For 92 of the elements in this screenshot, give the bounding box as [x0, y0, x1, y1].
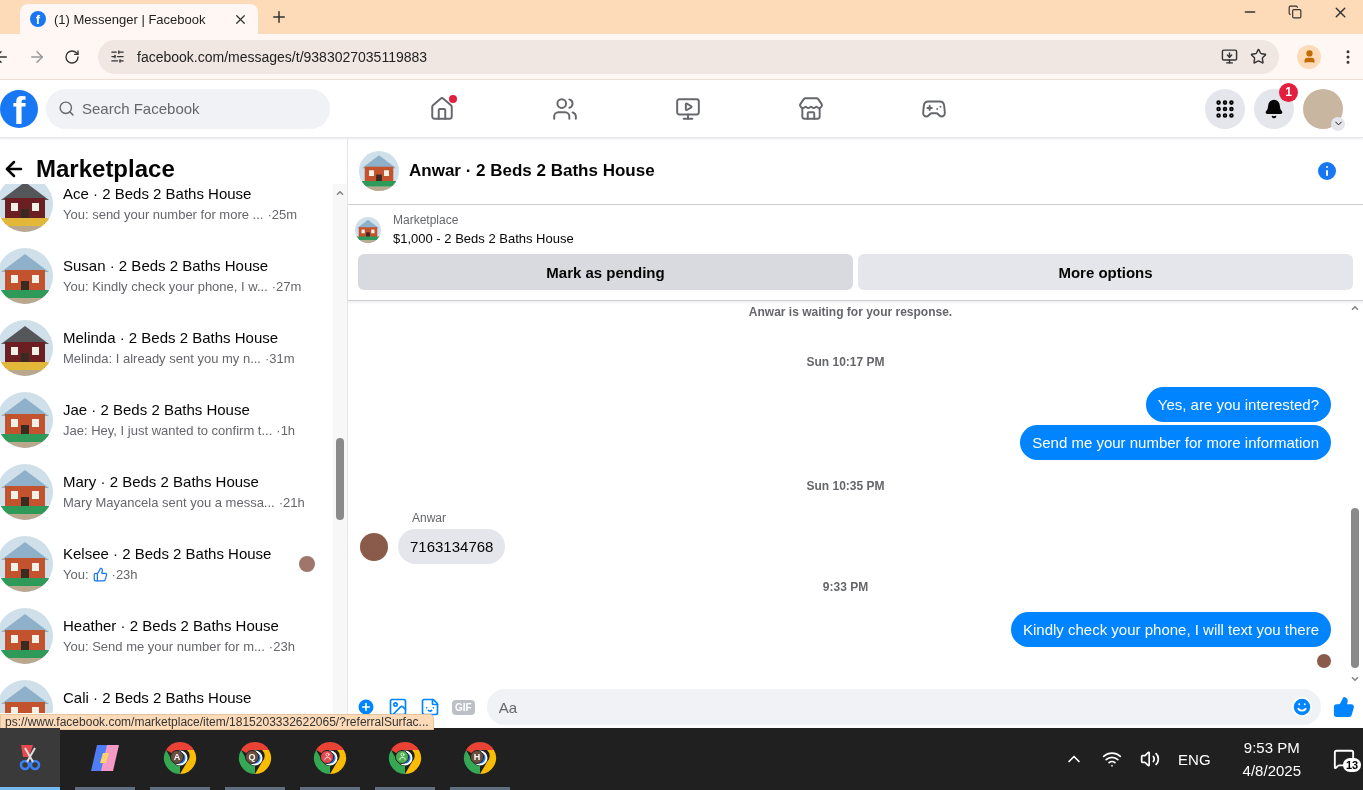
sidebar-title: Marketplace: [36, 155, 175, 183]
conversation-name: Ace · 2 Beds 2 Baths House: [63, 185, 253, 202]
search-field[interactable]: Search Facebook: [46, 88, 330, 129]
taskbar-app[interactable]: H: [450, 728, 510, 790]
menu-button[interactable]: [1205, 88, 1245, 129]
notification-count: 1: [1279, 82, 1298, 102]
message-time: ·31m: [265, 351, 295, 366]
bell-icon: [1264, 98, 1284, 119]
search-icon: [58, 99, 75, 117]
conversation-name: Kelsee · 2 Beds 2 Baths House: [63, 545, 273, 562]
waiting-notice: Anwar is waiting for your response.: [748, 305, 953, 319]
message-time: ·1h: [276, 423, 296, 438]
thumbs-up-icon: [92, 567, 108, 582]
message-preview: Jae: Hey, I just wanted to confirm t...: [63, 423, 273, 438]
notification-dot: [449, 94, 457, 103]
taskbar-app[interactable]: Q: [225, 728, 285, 790]
conversation-name: Heather · 2 Beds 2 Baths House: [63, 617, 280, 634]
received-message: 7163134768: [398, 529, 506, 564]
conversation-name: Jae · 2 Beds 2 Baths House: [63, 401, 251, 418]
link-preview-url: ps://www.facebook.com/marketplace/item/1815203332622065/?referralSurfac...: [0, 714, 434, 730]
browser-icon: [238, 740, 272, 775]
message-preview: You: Send me your number for m...: [63, 639, 265, 654]
message-field[interactable]: Aa: [486, 689, 1321, 725]
message-preview: Mary Mayancela sent you a messa...: [63, 495, 275, 510]
home-icon: [428, 95, 455, 122]
clock[interactable]: 9:53 PM 4/8/2025: [1242, 739, 1301, 779]
conversation-item[interactable]: Melinda · 2 Beds 2 Baths House Melinda: I already sent you my n... ·31m: [0, 312, 333, 384]
scrollbar-thumb[interactable]: [336, 438, 344, 520]
scroll-down-icon[interactable]: [1350, 674, 1360, 684]
friends-icon: [551, 95, 578, 122]
taskbar-app[interactable]: [0, 728, 60, 790]
conversation-item[interactable]: Jae · 2 Beds 2 Baths House Jae: Hey, I just wanted to confirm t... ·1h: [0, 384, 333, 456]
conversation-name: Cali · 2 Beds 2 Baths House: [63, 689, 253, 706]
conversation-name: Susan · 2 Beds 2 Baths House: [63, 257, 270, 274]
favicon: f: [30, 11, 46, 27]
scrollbar-thumb[interactable]: [1351, 508, 1359, 668]
message-time: ·27m: [271, 279, 302, 294]
seen-avatar: [299, 556, 315, 572]
emoji-icon[interactable]: [1291, 696, 1313, 718]
restore-icon[interactable]: [1288, 3, 1302, 21]
conversation-item[interactable]: Kelsee · 2 Beds 2 Baths House You: ·23h: [0, 528, 333, 600]
listing-title[interactable]: $1,000 - 2 Beds 2 Baths House: [393, 231, 574, 246]
sender-avatar: [360, 532, 388, 561]
listing-label: Marketplace: [393, 213, 460, 227]
video-icon: [674, 95, 701, 122]
timestamp: Sun 10:35 PM: [806, 479, 885, 493]
site-settings-icon[interactable]: [110, 49, 125, 64]
sent-message: Yes, are you interested?: [1145, 387, 1331, 422]
conversation-item[interactable]: Mary · 2 Beds 2 Baths House Mary Mayancela sent you a messa... ·21h: [0, 456, 333, 528]
install-icon[interactable]: [1221, 48, 1238, 65]
timestamp: 9:33 PM: [822, 580, 869, 594]
message-preview: You: send your number for more ...: [63, 207, 264, 222]
message-time: ·25m: [267, 207, 298, 222]
profile-icon[interactable]: [1297, 44, 1321, 69]
info-icon[interactable]: [1315, 159, 1339, 183]
taskbar-app[interactable]: A: [150, 728, 210, 790]
conversation-item[interactable]: Ace · 2 Beds 2 Baths House You: send your number for more ... ·25m: [0, 184, 333, 240]
sender-name: Anwar: [412, 511, 447, 525]
scroll-up-icon[interactable]: [1350, 303, 1360, 313]
new-tab-icon[interactable]: [270, 8, 288, 26]
message-preview: Melinda: I already sent you my n...: [63, 351, 261, 366]
copilot-icon: [89, 742, 121, 773]
logo[interactable]: f: [0, 89, 38, 128]
action-button[interactable]: More options: [858, 254, 1353, 290]
volume-icon[interactable]: [1140, 749, 1161, 769]
conversation-item[interactable]: Susan · 2 Beds 2 Baths House You: Kindly check your phone, I w... ·27m: [0, 240, 333, 312]
notifications-button[interactable]: [1254, 88, 1294, 129]
browser-tab[interactable]: f (1) Messenger | Facebook: [20, 4, 258, 34]
thumbs-up-icon[interactable]: [1333, 696, 1355, 718]
message-time: ·23h: [268, 639, 295, 654]
tab-title: (1) Messenger | Facebook: [54, 11, 207, 27]
conversation-name: Melinda · 2 Beds 2 Baths House: [63, 329, 280, 346]
reload-icon[interactable]: [64, 48, 80, 65]
conversation-name: Mary · 2 Beds 2 Baths House: [63, 473, 260, 490]
message-preview: You: Kindly check your phone, I w...: [63, 279, 268, 294]
timestamp: Sun 10:17 PM: [806, 355, 885, 369]
sent-message: Send me your number for more information: [1020, 425, 1331, 460]
action-button[interactable]: Mark as pending: [358, 254, 853, 290]
photo-icon[interactable]: [388, 697, 408, 717]
sent-message: Kindly check your phone, I will text you there: [1011, 612, 1331, 647]
wifi-icon[interactable]: [1102, 749, 1123, 769]
scroll-up-icon[interactable]: [335, 188, 345, 198]
message-time: ·23h: [111, 567, 138, 582]
message-time: ·21h: [278, 495, 305, 510]
sticker-icon[interactable]: [420, 697, 440, 717]
grid-icon: [1214, 97, 1236, 120]
store-icon: [797, 95, 824, 122]
message-preview: You:: [63, 567, 89, 582]
language-indicator[interactable]: ENG: [1178, 750, 1211, 768]
chat-title: Anwar · 2 Beds 2 Baths House: [409, 161, 656, 181]
bookmark-star-icon[interactable]: [1250, 48, 1267, 65]
conversation-item[interactable]: Heather · 2 Beds 2 Baths House You: Send me your number for m... ·23h: [0, 600, 333, 672]
